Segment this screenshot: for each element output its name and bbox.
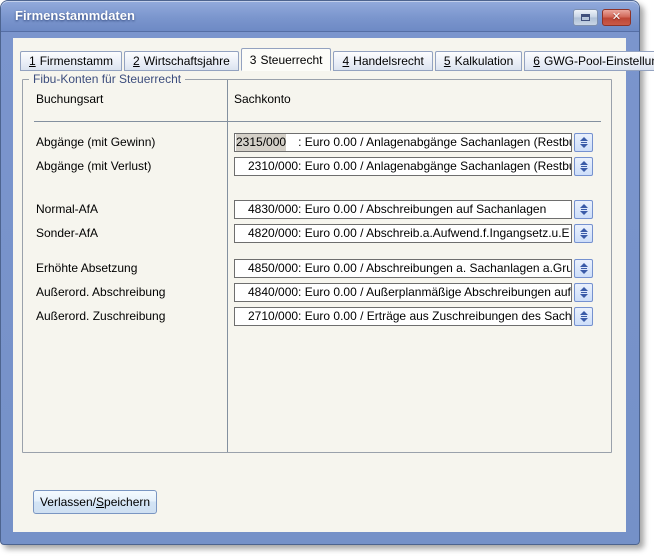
spinner-sonder-afa[interactable] bbox=[574, 224, 593, 243]
column-header-sachkonto: Sachkonto bbox=[234, 92, 291, 106]
tab-accel: 5 bbox=[444, 54, 451, 68]
tab-steuerrecht[interactable]: 3Steuerrecht bbox=[241, 48, 332, 71]
spinner-ausserord-zuschreibung[interactable] bbox=[574, 307, 593, 326]
field-text: 4830/000: Euro 0.00 / Abschreibungen auf… bbox=[235, 201, 546, 218]
restore-icon bbox=[581, 14, 590, 21]
row-sonder-afa: Sonder-AfA 4820/000: Euro 0.00 / Abschre… bbox=[23, 224, 611, 243]
row-erhoehte-absetzung: Erhöhte Absetzung 4850/000: Euro 0.00 / … bbox=[23, 259, 611, 278]
row-abgaenge-gewinn: Abgänge (mit Gewinn) 2315/000 : Euro 0.00… bbox=[23, 133, 611, 152]
column-header-buchungsart: Buchungsart bbox=[36, 92, 103, 106]
groupbox-fibu-konten: Fibu-Konten für Steuerrecht Buchungsart … bbox=[22, 79, 612, 453]
tab-kalkulation[interactable]: 5 Kalkulation bbox=[435, 51, 522, 71]
account-field-ausserord-abschreibung[interactable]: 4840/000: Euro 0.00 / Außerplanmäßige Ab… bbox=[234, 283, 572, 302]
spinner-up-icon bbox=[580, 204, 588, 208]
row-label: Sonder-AfA bbox=[36, 224, 98, 243]
tab-label: Handelsrecht bbox=[353, 54, 424, 68]
tab-accel: 1 bbox=[29, 54, 36, 68]
dialog-window: Firmenstammdaten ✕ 1 Firmenstamm 2 Wirtsch… bbox=[0, 0, 640, 545]
tab-label: Kalkulation bbox=[455, 54, 514, 68]
dialog-content: 1 Firmenstamm 2 Wirtschaftsjahre 3Steuerre… bbox=[13, 38, 626, 532]
tab-label: Firmenstamm bbox=[40, 54, 113, 68]
tab-label: GWG-Pool-Einstellungen bbox=[544, 54, 654, 68]
field-text: 4840/000: Euro 0.00 / Außerplanmäßige Ab… bbox=[235, 284, 572, 301]
field-text: 4820/000: Euro 0.00 / Abschreib.a.Aufwen… bbox=[235, 225, 570, 242]
field-text: : Euro 0.00 / Anlagenabgänge Sachanlagen… bbox=[298, 134, 572, 151]
spinner-divider bbox=[581, 209, 587, 210]
spinner-up-icon bbox=[580, 228, 588, 232]
spinner-divider bbox=[581, 166, 587, 167]
spinner-down-icon bbox=[580, 235, 588, 239]
spinner-up-icon bbox=[580, 263, 588, 267]
spinner-ausserord-abschreibung[interactable] bbox=[574, 283, 593, 302]
row-normal-afa: Normal-AfA 4830/000: Euro 0.00 / Abschre… bbox=[23, 200, 611, 219]
spinner-divider bbox=[581, 233, 587, 234]
tab-accel: 3 bbox=[250, 53, 257, 67]
row-label: Außerord. Abschreibung bbox=[36, 283, 165, 302]
selected-text: 2315/000 bbox=[236, 134, 286, 151]
row-label: Außerord. Zuschreibung bbox=[36, 307, 165, 326]
tab-accel: 4 bbox=[342, 54, 349, 68]
header-divider bbox=[34, 121, 601, 122]
row-label: Abgänge (mit Gewinn) bbox=[36, 133, 155, 152]
tab-accel: 6 bbox=[533, 54, 540, 68]
close-button[interactable]: ✕ bbox=[602, 9, 631, 26]
titlebar[interactable]: Firmenstammdaten ✕ bbox=[1, 1, 639, 32]
row-label: Normal-AfA bbox=[36, 200, 98, 219]
row-label: Erhöhte Absetzung bbox=[36, 259, 137, 278]
spinner-erhoehte-absetzung[interactable] bbox=[574, 259, 593, 278]
account-field-abgaenge-verlust[interactable]: 2310/000: Euro 0.00 / Anlagenabgänge Sac… bbox=[234, 157, 572, 176]
window-title: Firmenstammdaten bbox=[15, 8, 135, 23]
tab-label: Steuerrecht bbox=[260, 53, 322, 67]
spinner-abgaenge-gewinn[interactable] bbox=[574, 133, 593, 152]
spinner-down-icon bbox=[580, 211, 588, 215]
field-text: 4850/000: Euro 0.00 / Abschreibungen a. … bbox=[235, 260, 572, 277]
spinner-down-icon bbox=[580, 318, 588, 322]
restore-button[interactable] bbox=[573, 9, 598, 26]
tab-firmenstamm[interactable]: 1 Firmenstamm bbox=[20, 51, 122, 71]
row-label: Abgänge (mit Verlust) bbox=[36, 157, 151, 176]
spinner-normal-afa[interactable] bbox=[574, 200, 593, 219]
row-ausserord-zuschreibung: Außerord. Zuschreibung 2710/000: Euro 0.… bbox=[23, 307, 611, 326]
tab-handelsrecht[interactable]: 4 Handelsrecht bbox=[333, 51, 432, 71]
spinner-divider bbox=[581, 142, 587, 143]
tab-gwg-pool-einstellungen[interactable]: 6 GWG-Pool-Einstellungen bbox=[524, 51, 654, 71]
tab-accel: 2 bbox=[133, 54, 140, 68]
account-field-abgaenge-gewinn[interactable]: 2315/000 : Euro 0.00 / Anlagenabgänge Sac… bbox=[234, 133, 572, 152]
spinner-divider bbox=[581, 292, 587, 293]
spinner-divider bbox=[581, 316, 587, 317]
row-abgaenge-verlust: Abgänge (mit Verlust) 2310/000: Euro 0.0… bbox=[23, 157, 611, 176]
account-field-sonder-afa[interactable]: 4820/000: Euro 0.00 / Abschreib.a.Aufwen… bbox=[234, 224, 572, 243]
row-ausserord-abschreibung: Außerord. Abschreibung 4840/000: Euro 0.… bbox=[23, 283, 611, 302]
tab-label: Wirtschaftsjahre bbox=[144, 54, 230, 68]
spinner-up-icon bbox=[580, 137, 588, 141]
spinner-down-icon bbox=[580, 270, 588, 274]
spinner-abgaenge-verlust[interactable] bbox=[574, 157, 593, 176]
account-field-normal-afa[interactable]: 4830/000: Euro 0.00 / Abschreibungen auf… bbox=[234, 200, 572, 219]
field-text: 2310/000: Euro 0.00 / Anlagenabgänge Sac… bbox=[235, 158, 572, 175]
spinner-divider bbox=[581, 268, 587, 269]
spinner-down-icon bbox=[580, 294, 588, 298]
spinner-up-icon bbox=[580, 311, 588, 315]
spinner-down-icon bbox=[580, 144, 588, 148]
button-label: Verlassen/ bbox=[40, 495, 96, 509]
spinner-down-icon bbox=[580, 168, 588, 172]
button-label: peichern bbox=[104, 495, 150, 509]
tab-strip: 1 Firmenstamm 2 Wirtschaftsjahre 3Steuerre… bbox=[20, 48, 626, 71]
spinner-up-icon bbox=[580, 287, 588, 291]
groupbox-title: Fibu-Konten für Steuerrecht bbox=[29, 72, 185, 86]
verlassen-speichern-button[interactable]: Verlassen/Speichern bbox=[33, 490, 157, 514]
account-field-ausserord-zuschreibung[interactable]: 2710/000: Euro 0.00 / Erträge aus Zuschr… bbox=[234, 307, 572, 326]
field-text: 2710/000: Euro 0.00 / Erträge aus Zuschr… bbox=[235, 308, 572, 325]
tab-wirtschaftsjahre[interactable]: 2 Wirtschaftsjahre bbox=[124, 51, 239, 71]
spinner-up-icon bbox=[580, 161, 588, 165]
close-icon: ✕ bbox=[612, 12, 621, 23]
button-accel: S bbox=[96, 495, 104, 509]
account-field-erhoehte-absetzung[interactable]: 4850/000: Euro 0.00 / Abschreibungen a. … bbox=[234, 259, 572, 278]
